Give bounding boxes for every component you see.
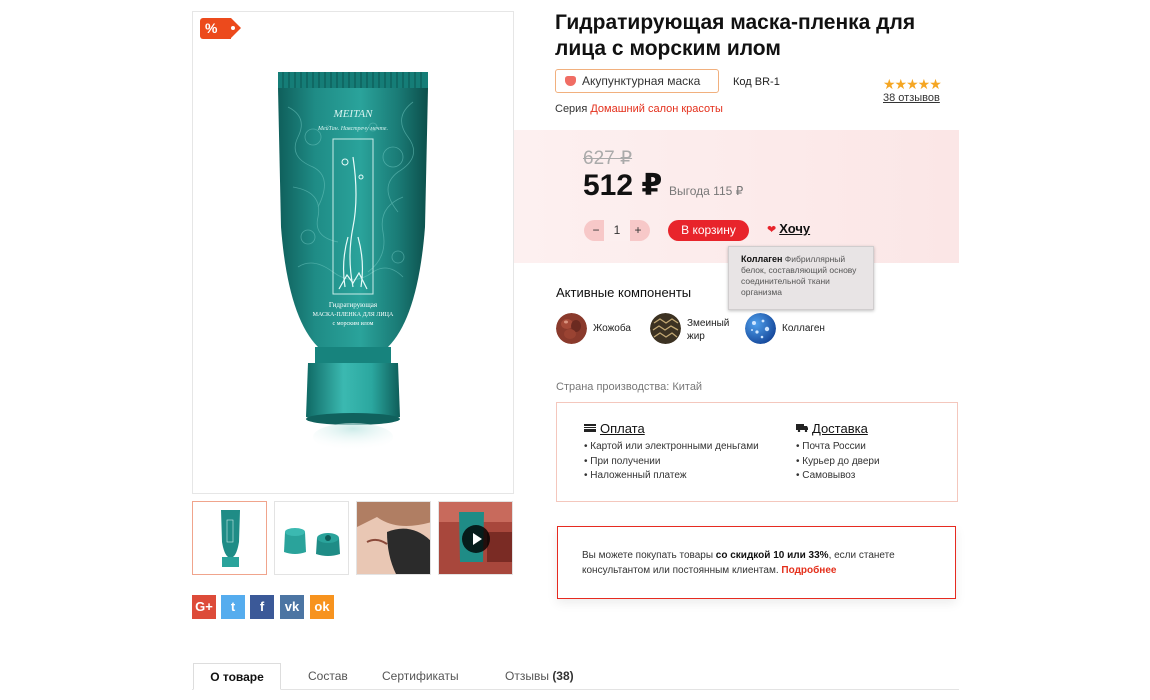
- components-title: Активные компоненты: [556, 285, 692, 300]
- star-icon: ★★★★★: [883, 76, 942, 92]
- wishlist-button[interactable]: ❤ Хочу: [767, 221, 810, 236]
- thumb-cap[interactable]: [274, 501, 349, 575]
- main-product-photo[interactable]: % MEITAN МейТан. Навстречу мечте. Гидрат…: [192, 11, 514, 494]
- product-tube-image: MEITAN МейТан. Навстречу мечте. Гидратир…: [278, 72, 428, 451]
- thumb-tube-image: [221, 510, 240, 567]
- tube-label-line3: с морским илом: [333, 321, 374, 327]
- tab-reviews-label: Отзывы: [505, 669, 549, 683]
- sale-badge: %: [200, 18, 241, 39]
- delivery-title[interactable]: Доставка: [796, 421, 880, 436]
- vk-share[interactable]: vk: [280, 595, 304, 619]
- discount-promo-box: Вы можете покупать товары со скидкой 10 …: [557, 526, 956, 599]
- series-prefix: Серия: [555, 103, 588, 115]
- quantity-value[interactable]: 1: [604, 220, 630, 241]
- thumbnail-strip: [192, 501, 514, 576]
- tab-composition[interactable]: Состав: [308, 669, 348, 683]
- tabs-divider: [192, 689, 959, 690]
- tube-slogan-text: МейТан. Навстречу мечте.: [317, 125, 388, 132]
- country-of-origin: Страна производства: Китай: [556, 381, 703, 393]
- old-price: 627 ₽: [583, 148, 633, 169]
- promo-highlight: со скидкой 10 или 33%: [715, 550, 829, 561]
- list-item: • При получении: [584, 455, 661, 467]
- quantity-stepper: − 1 +: [584, 220, 650, 241]
- list-item: • Курьер до двери: [796, 455, 880, 467]
- component-label: Змеиный жир: [687, 318, 730, 342]
- promo-more-link[interactable]: Подробнее: [781, 565, 836, 576]
- thumb-cap-image: [284, 528, 340, 556]
- payment-title[interactable]: Оплата: [584, 421, 759, 436]
- tube-brand-text: MEITAN: [333, 108, 374, 120]
- component-label: Коллаген: [782, 323, 825, 334]
- thumb-tube[interactable]: [192, 501, 267, 575]
- tooltip-term: Коллаген: [741, 254, 783, 264]
- payment-section: Оплата • Картой или электронными деньгам…: [584, 421, 759, 484]
- component-collagen[interactable]: Коллаген: [745, 313, 835, 345]
- add-to-cart-button[interactable]: В корзину: [668, 220, 749, 241]
- savings-text: Выгода 115 ₽: [669, 184, 744, 198]
- quantity-decrease-button[interactable]: −: [586, 220, 606, 241]
- jojoba-icon: [556, 313, 587, 344]
- tube-label-line2: МАСКА-ПЛЕНКА ДЛЯ ЛИЦА: [313, 312, 394, 318]
- delivery-section: Доставка • Почта России • Курьер до двер…: [796, 421, 880, 484]
- payment-methods-list: • Картой или электронными деньгами • При…: [584, 440, 759, 484]
- wallet-icon: [584, 424, 596, 432]
- play-icon[interactable]: [462, 525, 490, 553]
- reviews-link[interactable]: 38 отзывов: [883, 92, 940, 104]
- rating-stars: ★★★★★: [883, 76, 942, 93]
- wishlist-label: Хочу: [779, 221, 811, 236]
- delivery-methods-list: • Почта России • Курьер до двери • Самов…: [796, 440, 880, 484]
- thumb-face-mask[interactable]: [356, 501, 431, 575]
- promo-text: Вы можете покупать товары: [582, 550, 716, 561]
- tab-about[interactable]: О товаре: [193, 663, 281, 690]
- snake-fat-icon: [650, 313, 681, 344]
- mask-icon: [565, 76, 576, 86]
- current-price: 512 ₽: [583, 169, 663, 202]
- component-label: Жожоба: [593, 323, 631, 334]
- thumb-video[interactable]: [438, 501, 513, 575]
- list-item: • Почта России: [796, 441, 866, 452]
- product-code: Код BR-1: [733, 76, 780, 88]
- google-plus-share[interactable]: G+: [192, 595, 216, 619]
- tab-certificates[interactable]: Сертификаты: [382, 669, 459, 683]
- series-link[interactable]: Домашний салон красоты: [590, 103, 723, 115]
- tab-reviews-count: (38): [552, 669, 574, 683]
- list-item: • Наложенный платеж: [584, 470, 687, 481]
- collagen-icon: [745, 313, 776, 344]
- list-item: • Самовывоз: [796, 470, 856, 481]
- component-snake-fat[interactable]: Змеиный жир: [650, 313, 740, 345]
- quantity-increase-button[interactable]: +: [628, 220, 648, 241]
- tab-reviews[interactable]: Отзывы (38): [505, 669, 574, 683]
- thumb-face-image: [357, 502, 430, 574]
- product-title: Гидратирующая маска-пленка для лица с мо…: [555, 11, 916, 60]
- truck-icon: [796, 424, 808, 432]
- product-series: Серия Домашний салон красоты: [555, 103, 723, 115]
- tube-label-line1: Гидратирующая: [329, 301, 378, 309]
- odnoklassniki-share[interactable]: ok: [310, 595, 334, 619]
- component-jojoba[interactable]: Жожоба: [556, 313, 646, 345]
- heart-icon: ❤: [767, 224, 777, 236]
- list-item: • Картой или электронными деньгами: [584, 441, 759, 452]
- effect-tag[interactable]: Акупунктурная маска: [555, 69, 719, 93]
- twitter-share[interactable]: t: [221, 595, 245, 619]
- effect-tag-label: Акупунктурная маска: [582, 74, 701, 88]
- component-tooltip: Коллаген Фибриллярный белок, составляющи…: [728, 246, 874, 310]
- facebook-share[interactable]: f: [250, 595, 274, 619]
- payment-delivery-box: Оплата • Картой или электронными деньгам…: [556, 402, 958, 502]
